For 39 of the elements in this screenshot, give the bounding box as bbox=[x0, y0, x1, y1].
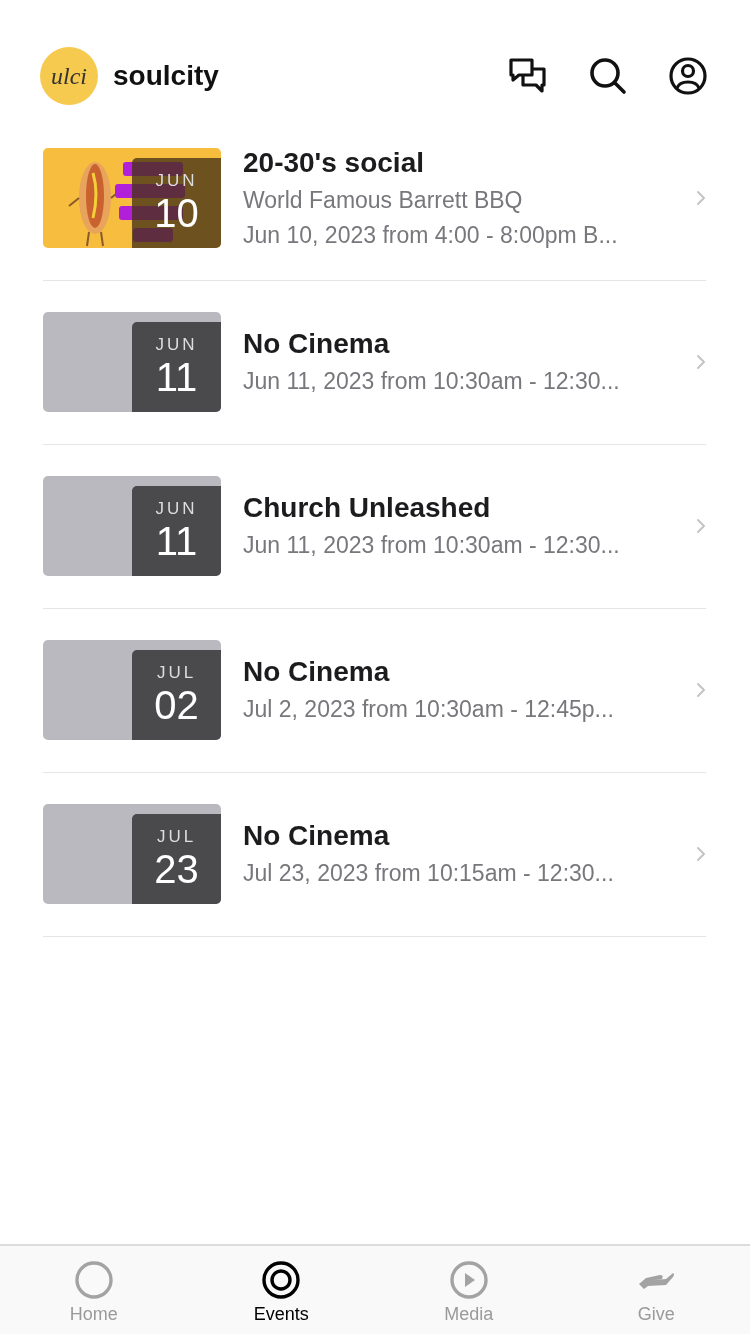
event-location: World Famous Barrett BBQ bbox=[243, 186, 524, 214]
date-day: 10 bbox=[154, 190, 199, 235]
event-title: No Cinema bbox=[243, 656, 391, 688]
event-title: 20-30's social bbox=[243, 146, 425, 179]
play-icon bbox=[448, 1260, 489, 1300]
chevron-icon bbox=[696, 845, 706, 862]
event-time: Jun 11, 2023 from 10:30am - 12:30... bbox=[243, 368, 621, 395]
date-month: JUL bbox=[156, 662, 197, 683]
event-row[interactable]: JUL 23 No Cinema Jul 23, 2023 from 10:15am - 12:30... bbox=[43, 773, 706, 937]
logo: ulci bbox=[40, 47, 98, 105]
chevron-icon bbox=[696, 353, 706, 370]
target-icon bbox=[261, 1260, 302, 1300]
date-month: JUN bbox=[155, 170, 198, 191]
circle-icon bbox=[73, 1260, 114, 1300]
event-title: No Cinema bbox=[243, 328, 391, 360]
date-day: 11 bbox=[155, 354, 198, 399]
date-day: 02 bbox=[154, 682, 199, 727]
event-title: Church Unleashed bbox=[243, 492, 492, 524]
event-title: No Cinema bbox=[243, 820, 391, 852]
event-row[interactable]: JUN 10 20-30's social World Famous Barrett BBQ Jun 10, 2023 from 4:00 - 8:00pm B... bbox=[43, 145, 706, 281]
date-day: 11 bbox=[155, 518, 198, 563]
event-time: Jun 10, 2023 from 4:00 - 8:00pm B... bbox=[243, 221, 619, 249]
date-month: JUN bbox=[155, 334, 198, 355]
date-month: JUL bbox=[156, 826, 197, 847]
search-icon[interactable] bbox=[588, 56, 628, 96]
event-time: Jun 11, 2023 from 10:30am - 12:30... bbox=[243, 532, 621, 559]
date-month: JUN bbox=[155, 498, 198, 519]
profile-icon[interactable] bbox=[668, 56, 708, 96]
event-row[interactable]: JUN 11 Church Unleashed Jun 11, 2023 from 10:30am - 12:30... bbox=[43, 445, 706, 609]
chevron-icon bbox=[696, 681, 706, 698]
date-day: 23 bbox=[154, 846, 199, 891]
event-row[interactable]: JUN 11 No Cinema Jun 11, 2023 from 10:30am - 12:30... bbox=[43, 281, 706, 445]
event-time: Jul 2, 2023 from 10:30am - 12:45p... bbox=[243, 696, 615, 723]
chevron-icon bbox=[696, 189, 706, 206]
event-time: Jul 23, 2023 from 10:15am - 12:30... bbox=[243, 860, 615, 887]
event-row[interactable]: JUL 02 No Cinema Jul 2, 2023 from 10:30am - 12:45p... bbox=[43, 609, 706, 773]
app-name: soulcity bbox=[113, 60, 219, 92]
tab[interactable]: Events bbox=[187, 1246, 375, 1334]
chevron-icon bbox=[696, 517, 706, 534]
